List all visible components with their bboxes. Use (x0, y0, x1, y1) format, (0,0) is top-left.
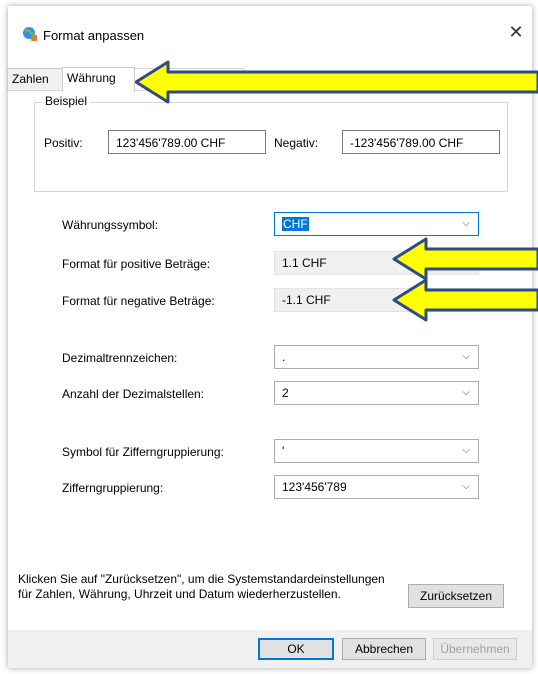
tab-waehrung[interactable]: Währung (62, 67, 135, 92)
digit-grouping-label: Zifferngruppierung: (62, 481, 164, 495)
currency-symbol-value: CHF (282, 217, 309, 231)
chevron-down-icon: ⌵ (462, 481, 470, 492)
negative-format-value: -1.1 CHF (282, 293, 331, 307)
example-group-title: Beispiel (42, 94, 91, 108)
negative-format-label: Format für negative Beträge: (62, 294, 215, 308)
reset-info-text: Klicken Sie auf "Zurücksetzen", um die S… (18, 572, 385, 601)
decimal-places-select[interactable]: 2 ⌵ (274, 381, 479, 405)
grouping-symbol-value: ' (282, 444, 285, 458)
decimal-places-label: Anzahl der Dezimalstellen: (62, 387, 205, 401)
apply-button: Übernehmen (433, 638, 517, 660)
tab-hidden[interactable] (129, 68, 244, 91)
grouping-symbol-label: Symbol für Zifferngruppierung: (62, 445, 224, 459)
chevron-down-icon: ⌵ (462, 445, 470, 456)
negative-example-value: -123'456'789.00 CHF (342, 130, 500, 154)
chevron-down-icon: ⌵ (462, 218, 470, 229)
format-dialog: Format anpassen ✕ Zahlen Währung Beispie… (7, 6, 532, 668)
close-icon[interactable]: ✕ (504, 20, 528, 44)
decimal-separator-label: Dezimaltrennzeichen: (62, 351, 178, 365)
positive-example-value: 123'456'789.00 CHF (108, 130, 266, 154)
chevron-down-icon: ⌵ (462, 387, 470, 398)
positive-example-label: Positiv: (44, 136, 83, 150)
dialog-title: Format anpassen (43, 28, 145, 43)
negative-example-label: Negativ: (274, 136, 319, 150)
decimal-places-value: 2 (282, 386, 289, 400)
cancel-button[interactable]: Abbrechen (342, 638, 426, 660)
positive-format-value: 1.1 CHF (282, 256, 327, 270)
chevron-down-icon: ⌵ (462, 351, 470, 362)
currency-symbol-select[interactable]: CHF ⌵ (274, 212, 479, 236)
decimal-separator-value: . (282, 350, 286, 364)
decimal-separator-select[interactable]: . ⌵ (274, 345, 479, 369)
negative-format-select[interactable]: -1.1 CHF (274, 288, 479, 312)
currency-symbol-label: Währungssymbol: (62, 218, 159, 232)
digit-grouping-select[interactable]: 123'456'789 ⌵ (274, 475, 479, 499)
positive-format-select[interactable]: 1.1 CHF (274, 251, 479, 275)
globe-settings-icon (23, 27, 37, 41)
ok-button[interactable]: OK (258, 638, 334, 660)
digit-grouping-value: 123'456'789 (282, 480, 347, 494)
reset-button[interactable]: Zurücksetzen (408, 584, 504, 608)
positive-format-label: Format für positive Beträge: (62, 257, 211, 271)
grouping-symbol-select[interactable]: ' ⌵ (274, 439, 479, 463)
